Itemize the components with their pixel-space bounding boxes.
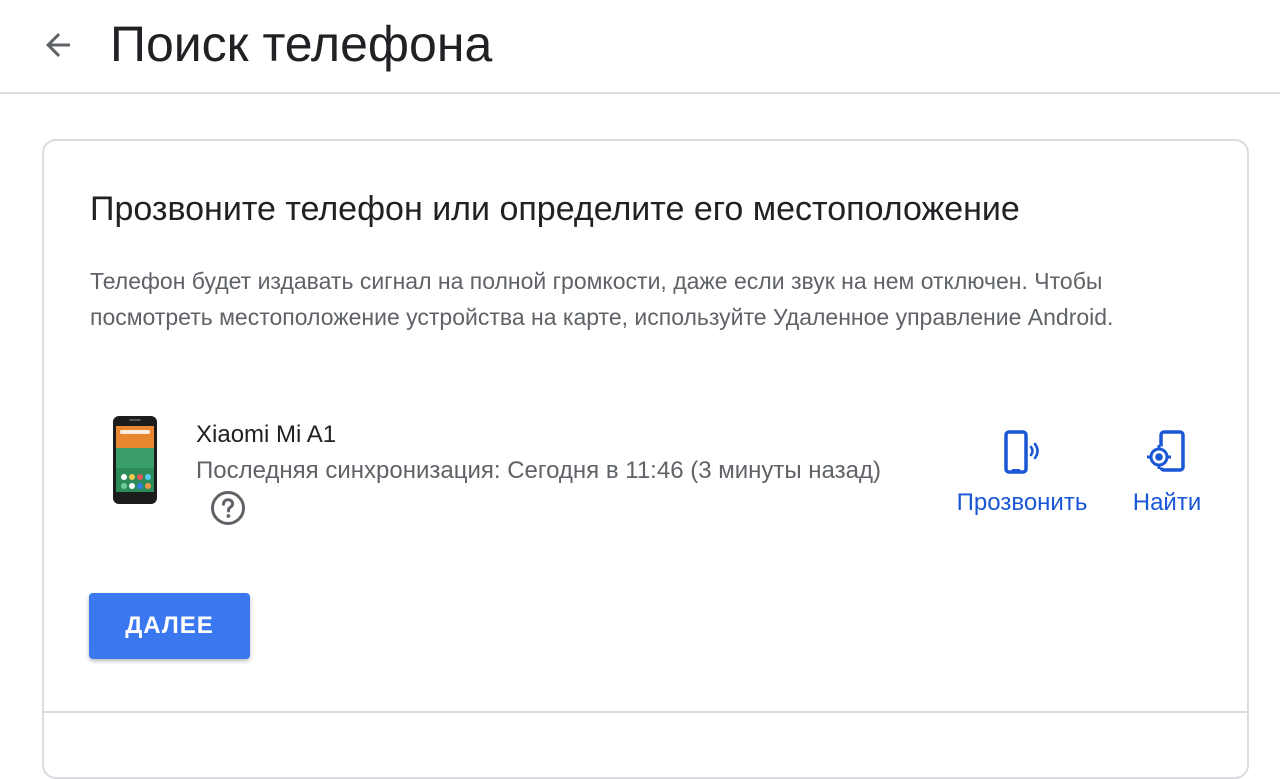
phone-image	[113, 416, 157, 504]
next-button[interactable]: ДАЛЕЕ	[89, 593, 250, 659]
locate-phone-label: Найти	[1132, 489, 1202, 516]
back-button[interactable]	[30, 20, 86, 70]
arrow-back-icon	[46, 33, 70, 57]
ring-phone-label: Прозвонить	[956, 489, 1088, 516]
find-phone-card: Прозвоните телефон или определите его ме…	[42, 139, 1249, 779]
card-description: Телефон будет издавать сигнал на полной …	[90, 268, 1114, 330]
card-divider	[44, 711, 1247, 713]
card-title: Прозвоните телефон или определите его ме…	[90, 190, 1020, 228]
device-name: Xiaomi Mi A1	[196, 421, 337, 448]
sync-status: Последняя синхронизация: Сегодня в 11:46…	[196, 453, 886, 526]
ring-phone-action[interactable]: Прозвонить	[946, 429, 1098, 519]
ring-phone-icon	[1000, 429, 1044, 477]
top-app-bar: Поиск телефона	[0, 0, 1280, 94]
locate-phone-action[interactable]: Найти	[1126, 429, 1208, 519]
page-title: Поиск телефона	[110, 16, 493, 72]
help-circle-icon[interactable]	[210, 490, 246, 526]
locate-phone-icon	[1145, 429, 1189, 477]
sync-status-text: Последняя синхронизация: Сегодня в 11:46…	[196, 457, 881, 484]
